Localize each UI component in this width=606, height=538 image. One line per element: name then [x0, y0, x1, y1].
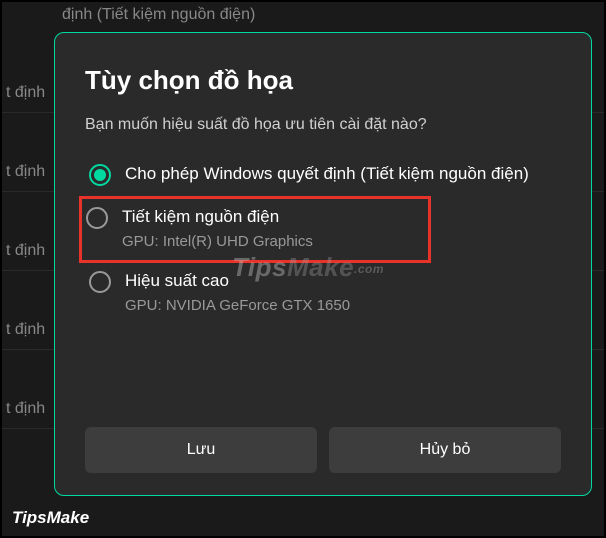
option-label: Tiết kiệm nguồn điện [122, 205, 424, 229]
option-text: Tiết kiệm nguồn điện GPU: Intel(R) UHD G… [122, 205, 424, 250]
save-button[interactable]: Lưu [85, 427, 317, 473]
option-sublabel: GPU: Intel(R) UHD Graphics [122, 233, 424, 250]
option-sublabel: GPU: NVIDIA GeForce GTX 1650 [125, 297, 557, 314]
option-power-saving[interactable]: Tiết kiệm nguồn điện GPU: Intel(R) UHD G… [79, 196, 431, 263]
dialog-buttons: Lưu Hủy bỏ [85, 427, 561, 473]
option-high-performance[interactable]: Hiệu suất cao GPU: NVIDIA GeForce GTX 16… [85, 263, 561, 324]
options-group: Cho phép Windows quyết định (Tiết kiệm n… [85, 156, 561, 409]
dialog-subtitle: Bạn muốn hiệu suất đồ họa ưu tiên cài đặ… [85, 116, 561, 134]
option-text: Cho phép Windows quyết định (Tiết kiệm n… [125, 162, 557, 186]
bg-item: định (Tiết kiệm nguồn điện) [2, 2, 604, 34]
footer-brand: TipsMake [12, 508, 89, 528]
radio-icon [89, 164, 111, 186]
option-text: Hiệu suất cao GPU: NVIDIA GeForce GTX 16… [125, 269, 557, 314]
radio-icon [86, 207, 108, 229]
graphics-options-dialog: Tùy chọn đồ họa Bạn muốn hiệu suất đồ họ… [54, 32, 592, 496]
option-let-windows-decide[interactable]: Cho phép Windows quyết định (Tiết kiệm n… [85, 156, 561, 196]
dialog-title: Tùy chọn đồ họa [85, 65, 561, 96]
cancel-button[interactable]: Hủy bỏ [329, 427, 561, 473]
option-label: Hiệu suất cao [125, 269, 557, 293]
option-label: Cho phép Windows quyết định (Tiết kiệm n… [125, 162, 557, 186]
radio-icon [89, 271, 111, 293]
